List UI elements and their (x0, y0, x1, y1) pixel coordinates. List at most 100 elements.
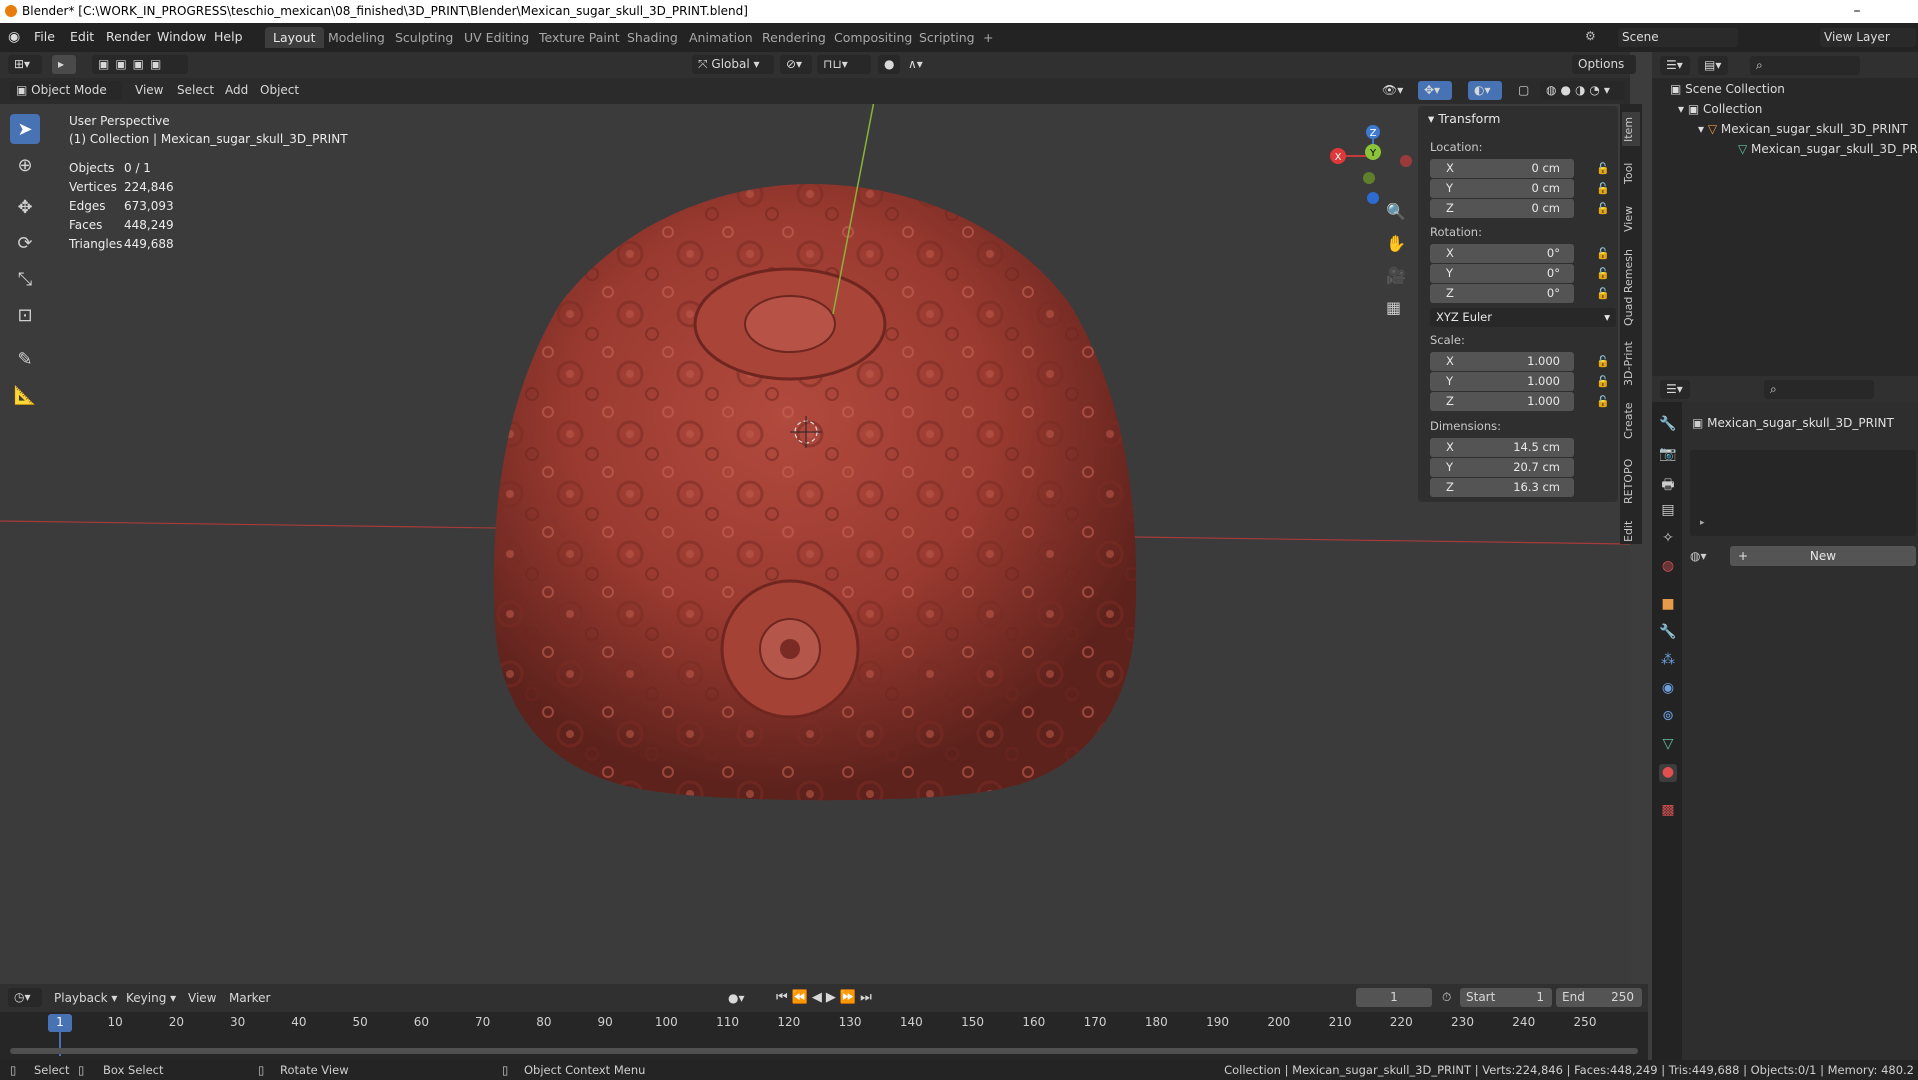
menu-playback[interactable]: Playback ▾ (54, 991, 117, 1005)
lock-icon[interactable]: 🔓 (1596, 355, 1610, 368)
lock-icon[interactable]: 🔓 (1596, 247, 1610, 260)
lock-icon[interactable]: 🔓 (1596, 162, 1610, 175)
transform-section-header[interactable]: ▾ Transform (1428, 111, 1500, 126)
tab-quad-remesh[interactable]: Quad Remesh (1622, 246, 1640, 330)
timeline-editor-type-icon[interactable]: ◷▾ (8, 988, 42, 1007)
lock-icon[interactable]: 🔓 (1596, 202, 1610, 215)
record-icon[interactable]: ●▾ (728, 991, 745, 1005)
scale-x-field[interactable]: X 1.000 (1430, 352, 1574, 371)
tab-3d-print[interactable]: 3D-Print (1622, 338, 1640, 390)
lock-icon[interactable]: 🔓 (1596, 182, 1610, 195)
scale-tool-icon[interactable]: ⤡ (10, 264, 40, 294)
menu-select[interactable]: Select (177, 83, 214, 97)
menu-object[interactable]: Object (260, 83, 299, 97)
outliner-scene-collection[interactable]: ▣ Scene Collection (1670, 82, 1785, 96)
physics-icon[interactable]: ◉ (1659, 680, 1677, 698)
menu-add[interactable]: Add (225, 83, 248, 97)
dimensions-z-field[interactable]: Z 16.3 cm (1430, 478, 1574, 497)
tab-edit[interactable]: Edit (1622, 518, 1640, 544)
material-browse-icon[interactable]: ◍▾ (1690, 546, 1728, 566)
cursor-tool-icon[interactable]: ⊕ (10, 150, 40, 180)
texture-icon[interactable]: ▩ (1659, 802, 1677, 820)
shading-mode-icons[interactable]: ◍●◑◔▾ (1540, 81, 1624, 100)
material-slot-list[interactable] (1690, 450, 1916, 536)
tab-sculpting[interactable]: Sculpting (387, 27, 461, 48)
3d-viewport[interactable]: X Z Y User Perspective (1) Collection | … (0, 104, 1630, 984)
move-tool-icon[interactable]: ✥ (10, 192, 40, 222)
xray-icon[interactable]: ▢ (1518, 83, 1529, 97)
minimize-button[interactable]: – (1842, 0, 1872, 23)
transform-tool-icon[interactable]: ⊡ (10, 300, 40, 330)
tab-item[interactable]: Item (1622, 112, 1640, 146)
select-box-tool-icon[interactable]: ➤ (10, 114, 40, 144)
rotation-x-field[interactable]: X 0° (1430, 244, 1574, 263)
start-frame-field[interactable]: Start 1 (1460, 988, 1552, 1007)
gizmo-x-neg[interactable] (1400, 155, 1412, 167)
zoom-icon[interactable]: 🔍 (1386, 202, 1406, 221)
particles-icon[interactable]: ⁂ (1659, 652, 1677, 670)
gizmo-toggle-icon[interactable]: ✥▾ (1418, 81, 1452, 100)
render-icon[interactable]: 📷 (1659, 446, 1677, 464)
outliner-object[interactable]: ▾ ▽ Mexican_sugar_skull_3D_PRINT (1698, 122, 1908, 136)
tab-scripting[interactable]: Scripting (911, 27, 983, 48)
scale-y-field[interactable]: Y 1.000 (1430, 372, 1574, 391)
tool-settings-icon[interactable]: 🔧 (1659, 416, 1677, 434)
scale-z-field[interactable]: Z 1.000 (1430, 392, 1574, 411)
options-dropdown[interactable]: Options ▾ (1572, 55, 1636, 90)
tab-layout[interactable]: Layout (265, 27, 324, 48)
outliner-search-input[interactable]: ⌕ (1750, 56, 1860, 75)
rotate-tool-icon[interactable]: ⟳ (10, 228, 40, 258)
location-y-field[interactable]: Y 0 cm (1430, 179, 1574, 198)
current-frame-field[interactable]: 1 (1356, 988, 1432, 1007)
lock-icon[interactable]: 🔓 (1596, 375, 1610, 388)
mesh-data-icon[interactable]: ▽ (1659, 736, 1677, 754)
menu-view[interactable]: View (135, 83, 163, 97)
tab-rendering[interactable]: Rendering (754, 27, 834, 48)
constraints-icon[interactable]: ⊚ (1659, 708, 1677, 726)
dimensions-x-field[interactable]: X 14.5 cm (1430, 438, 1574, 457)
select-tool-icon[interactable]: ▸ (52, 55, 76, 74)
pan-hand-icon[interactable]: ✋ (1386, 234, 1406, 253)
tab-texture-paint[interactable]: Texture Paint (531, 27, 628, 48)
output-icon[interactable]: 🖶 (1659, 474, 1677, 493)
lock-icon[interactable]: 🔓 (1596, 287, 1610, 300)
tab-retopo[interactable]: RETOPO (1622, 452, 1640, 510)
new-material-button[interactable]: + New (1730, 546, 1916, 566)
modifier-wrench-icon[interactable]: 🔧 (1659, 624, 1677, 642)
outliner-mesh-data[interactable]: ▽ Mexican_sugar_skull_3D_PRINT (1738, 142, 1918, 156)
outliner-collection[interactable]: ▾ ▣ Collection (1678, 102, 1762, 116)
rotation-z-field[interactable]: Z 0° (1430, 284, 1574, 303)
camera-view-icon[interactable]: 🎥 (1386, 266, 1406, 285)
properties-editor-type-icon[interactable]: ☰▾ (1660, 380, 1690, 399)
playback-controls-icons[interactable]: ⏮⏪◀▶⏩⏭ (776, 990, 876, 1005)
view-layer-field[interactable]: View Layer (1820, 28, 1916, 47)
proportional-edit-icon[interactable]: ● (878, 55, 900, 74)
measure-tool-icon[interactable]: 📐 (10, 380, 40, 410)
outliner-editor-type-icon[interactable]: ☰▾ (1660, 56, 1690, 75)
lock-icon[interactable]: 🔓 (1596, 395, 1610, 408)
properties-search-input[interactable]: ⌕ (1764, 380, 1874, 399)
scene-name-field[interactable]: Scene (1618, 28, 1738, 47)
material-icon[interactable]: ● (1659, 764, 1677, 782)
snap-icon[interactable]: ⊓⊔▾ (817, 55, 871, 74)
timeline[interactable]: 1 10 20 30 40 50 60 70 80 90 100 110 120 130 140 150 160… (0, 1012, 1648, 1060)
navigation-gizmo[interactable]: X Z Y (1330, 125, 1412, 204)
transform-orientation-dropdown[interactable]: ⤧ Global ▾ (692, 55, 774, 74)
dimensions-y-field[interactable]: Y 20.7 cm (1430, 458, 1574, 477)
end-frame-field[interactable]: End 250 (1556, 988, 1642, 1007)
expand-arrow-icon[interactable]: ▾ (1698, 122, 1708, 136)
falloff-icon[interactable]: ∧▾ (902, 55, 932, 74)
overlay-toggle-icon[interactable]: ◐▾ (1468, 81, 1502, 100)
menu-marker[interactable]: Marker (229, 991, 270, 1005)
lock-icon[interactable]: 🔓 (1596, 267, 1610, 280)
gizmo-z-neg[interactable] (1367, 192, 1379, 204)
menu-timeline-view[interactable]: View (188, 991, 216, 1005)
tab-shading[interactable]: Shading (619, 27, 686, 48)
ortho-toggle-icon[interactable]: ▦ (1386, 298, 1401, 317)
visibility-icon[interactable]: 👁▾ (1382, 83, 1403, 97)
tab-compositing[interactable]: Compositing (826, 27, 920, 48)
pivot-point-icon[interactable]: ⊘▾ (780, 55, 812, 74)
scene-selector-icon[interactable]: ⚙ (1585, 29, 1596, 43)
scene-icon[interactable]: ✧ (1659, 530, 1677, 548)
sugar-skull-mesh[interactable] (493, 184, 1137, 801)
